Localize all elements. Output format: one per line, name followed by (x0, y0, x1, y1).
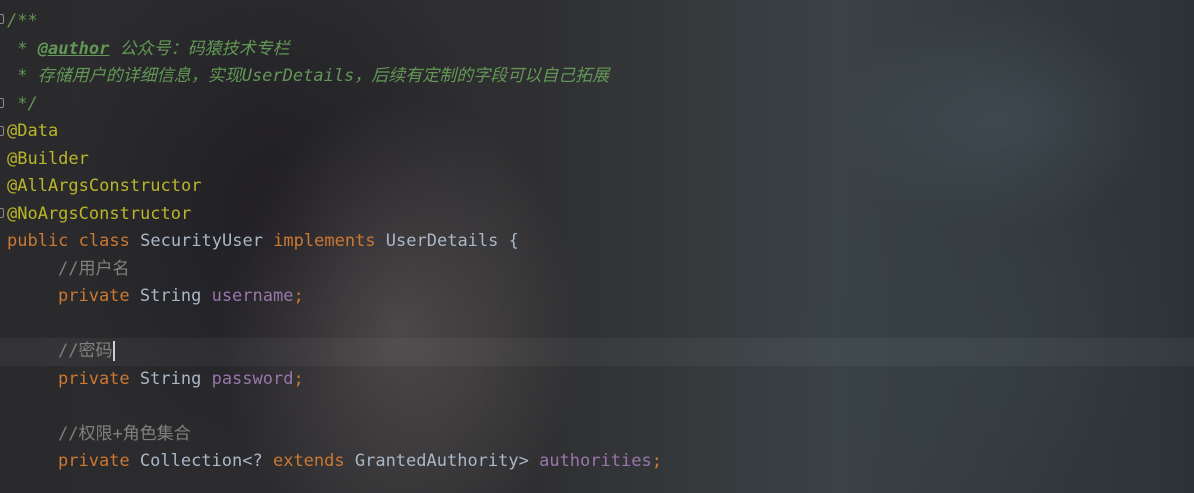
keyword-extends: extends (272, 451, 345, 471)
comment-password: //密码 (58, 341, 113, 361)
type-string[interactable]: String (140, 286, 201, 306)
code-line: @Builder (0, 146, 1194, 174)
code-line: private String username; (0, 283, 1194, 311)
javadoc-author-text: 公众号：码猿技术专栏 (109, 38, 290, 59)
field-password[interactable]: password (212, 369, 294, 389)
javadoc-author-tag[interactable]: @author (38, 39, 110, 59)
class-name[interactable]: SecurityUser (140, 231, 263, 251)
code-line: * 存储用户的详细信息，实现UserDetails，后续有定制的字段可以自己拓展 (0, 63, 1194, 91)
code-line: /** (0, 8, 1194, 36)
javadoc-description: * 存储用户的详细信息，实现UserDetails，后续有定制的字段可以自己拓展 (7, 66, 610, 86)
keyword-class: class (78, 231, 130, 251)
code-line: private String password; (0, 366, 1194, 394)
annotation-builder: @Builder (7, 148, 89, 169)
code-line: @AllArgsConstructor (0, 173, 1194, 201)
field-authorities[interactable]: authorities (539, 451, 652, 471)
code-line: * @author 公众号：码猿技术专栏 (0, 36, 1194, 64)
code-line: public class SecurityUser implements Use… (0, 228, 1194, 256)
type-string[interactable]: String (140, 369, 201, 389)
semicolon: ; (651, 451, 662, 471)
type-collection[interactable]: Collection<? (140, 451, 273, 471)
semicolon: ; (293, 368, 304, 389)
javadoc-open: /** (7, 11, 38, 31)
modifier-private: private (58, 451, 130, 471)
code-line: //用户名 (0, 256, 1194, 284)
code-line: //权限+角色集合 (0, 421, 1194, 449)
text-caret (113, 341, 116, 361)
code-line: */ (0, 91, 1194, 119)
code-line: @Data (0, 118, 1194, 146)
code-line: private Collection<? extends GrantedAuth… (0, 448, 1194, 476)
comment-authorities: //权限+角色集合 (58, 423, 191, 444)
javadoc-close: */ (7, 93, 38, 114)
code-editor[interactable]: /** * @author 公众号：码猿技术专栏 * 存储用户的详细信息，实现U… (0, 0, 1194, 493)
open-brace: { (508, 231, 519, 251)
modifier-private: private (58, 368, 130, 389)
annotation-data: @Data (7, 121, 59, 141)
javadoc-prefix: * (7, 38, 38, 59)
current-code-line[interactable]: //密码 (0, 338, 1194, 366)
comment-username: //用户名 (58, 258, 130, 279)
field-username[interactable]: username (212, 286, 294, 306)
keyword-public: public (7, 231, 69, 251)
interface-name[interactable]: UserDetails (386, 231, 499, 251)
type-granted-authority[interactable]: GrantedAuthority> (345, 451, 539, 471)
annotation-all-args-constructor: @AllArgsConstructor (7, 176, 202, 196)
code-area[interactable]: /** * @author 公众号：码猿技术专栏 * 存储用户的详细信息，实现U… (0, 8, 1194, 476)
keyword-implements: implements (273, 231, 376, 251)
code-line: @NoArgsConstructor (0, 201, 1194, 229)
semicolon: ; (293, 286, 304, 306)
modifier-private: private (58, 286, 130, 306)
annotation-no-args-constructor: @NoArgsConstructor (7, 203, 192, 224)
